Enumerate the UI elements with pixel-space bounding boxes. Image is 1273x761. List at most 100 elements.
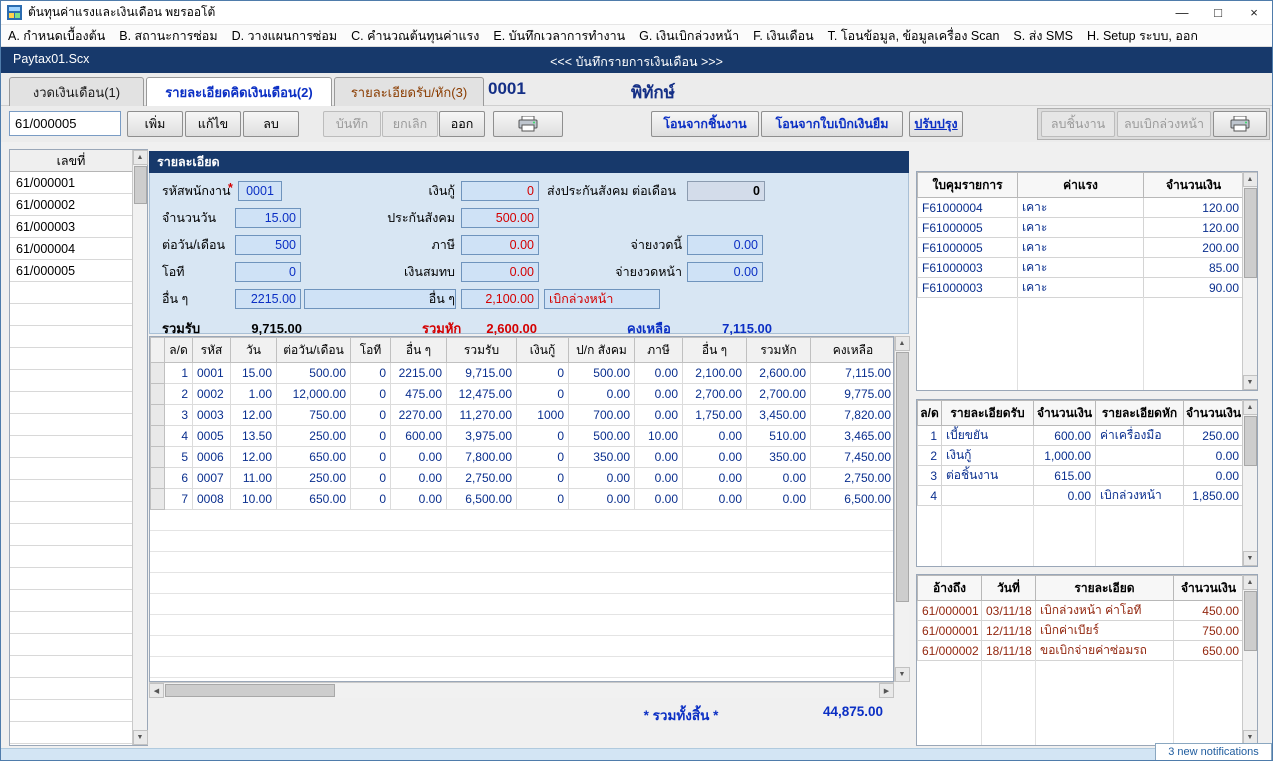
menu-item[interactable]: T. โอนข้อมูล, ข้อมูลเครื่อง Scan: [821, 26, 1007, 46]
detail-table-row[interactable]: 2 เงินกู้ 1,000.00 0.00: [918, 446, 1244, 466]
job-table-row[interactable]: F61000004 เคาะ 120.00: [918, 198, 1244, 218]
detail-table-scrollbar[interactable]: ▲ ▼: [1242, 400, 1257, 566]
detail-table-row[interactable]: 4 0.00 เบิกล่วงหน้า 1,850.00: [918, 486, 1244, 506]
scroll-down-icon[interactable]: ▼: [133, 730, 148, 745]
scroll-up-icon[interactable]: ▲: [1243, 400, 1258, 415]
detail-table-row[interactable]: 3 ต่อชิ้นงาน 615.00 0.00: [918, 466, 1244, 486]
doc-number-input[interactable]: [9, 111, 121, 136]
social-monthly-field[interactable]: 0: [687, 181, 765, 201]
advance-table-scrollbar[interactable]: ▲ ▼: [1242, 575, 1257, 745]
grid-row[interactable]: 5 0006 12.00 650.00 0 0.00 7,800.00 0 35…: [151, 447, 895, 468]
grid-row[interactable]: 3 0003 12.00 750.00 0 2270.00 11,270.00 …: [151, 405, 895, 426]
menu-item[interactable]: F. เงินเดือน: [746, 26, 821, 46]
grid-column-header[interactable]: รวมหัก: [747, 338, 811, 363]
pay-this-field[interactable]: 0.00: [687, 235, 763, 255]
days-field[interactable]: 15.00: [235, 208, 301, 228]
job-table-row[interactable]: F61000005 เคาะ 120.00: [918, 218, 1244, 238]
scrollbar-thumb[interactable]: [896, 352, 909, 602]
advance-column-header[interactable]: จำนวนเงิน: [1174, 576, 1244, 601]
ot-field[interactable]: 0: [235, 262, 301, 282]
grid-row[interactable]: 1 0001 15.00 500.00 0 2215.00 9,715.00 0…: [151, 363, 895, 384]
tab-pay-period[interactable]: งวดเงินเดือน(1): [9, 77, 144, 106]
scroll-left-icon[interactable]: ◀: [149, 683, 164, 698]
scroll-up-icon[interactable]: ▲: [895, 336, 910, 351]
job-table-scrollbar[interactable]: ▲ ▼: [1242, 172, 1257, 390]
print-button[interactable]: [493, 111, 563, 137]
job-table-row[interactable]: F61000003 เคาะ 85.00: [918, 258, 1244, 278]
scroll-down-icon[interactable]: ▼: [1243, 375, 1258, 390]
scroll-up-icon[interactable]: ▲: [1243, 172, 1258, 187]
grid-column-header[interactable]: ล/ด: [165, 338, 193, 363]
grid-column-header[interactable]: โอที: [351, 338, 391, 363]
advance-table-row[interactable]: 61/000001 03/11/18 เบิกล่วงหน้า ค่าโอที …: [918, 601, 1244, 621]
contribution-field[interactable]: 0.00: [461, 262, 539, 282]
scroll-down-icon[interactable]: ▼: [1243, 551, 1258, 566]
menu-item[interactable]: B. สถานะการซ่อม: [112, 26, 224, 46]
delete-button[interactable]: ลบ: [243, 111, 299, 137]
grid-vertical-scrollbar[interactable]: ▲ ▼: [894, 336, 909, 682]
menu-item[interactable]: E. บันทึกเวลาการทำงาน: [486, 26, 632, 46]
job-table-row[interactable]: F61000003 เคาะ 90.00: [918, 278, 1244, 298]
social-field[interactable]: 500.00: [461, 208, 539, 228]
scroll-right-icon[interactable]: ▶: [879, 683, 894, 698]
transfer-from-job-button[interactable]: โอนจากชิ้นงาน: [651, 111, 759, 137]
other-income-field[interactable]: 2215.00: [235, 289, 301, 309]
tax-field[interactable]: 0.00: [461, 235, 539, 255]
scroll-up-icon[interactable]: ▲: [133, 150, 148, 165]
grid-row[interactable]: 6 0007 11.00 250.00 0 0.00 2,750.00 0 0.…: [151, 468, 895, 489]
advance-column-header[interactable]: วันที่: [982, 576, 1036, 601]
scrollbar-thumb[interactable]: [1244, 188, 1257, 278]
doc-list-item[interactable]: 61/000002: [10, 194, 132, 216]
grid-horizontal-scrollbar[interactable]: ◀ ▶: [149, 682, 894, 698]
job-column-header[interactable]: ใบคุมรายการ: [918, 173, 1018, 198]
advance-table-row[interactable]: 61/000002 18/11/18 ขอเบิกจ่ายค่าซ่อมรถ 6…: [918, 641, 1244, 661]
doc-list-item[interactable]: 61/000001: [10, 172, 132, 194]
pay-next-field[interactable]: 0.00: [687, 262, 763, 282]
job-table-row[interactable]: F61000005 เคาะ 200.00: [918, 238, 1244, 258]
detail-column-header[interactable]: รายละเอียดหัก: [1096, 401, 1184, 426]
scrollbar-thumb[interactable]: [1244, 416, 1257, 466]
grid-row[interactable]: 7 0008 10.00 650.00 0 0.00 6,500.00 0 0.…: [151, 489, 895, 510]
tab-salary-detail[interactable]: รายละเอียดคิดเงินเดือน(2): [146, 77, 332, 106]
minimize-icon[interactable]: —: [1164, 1, 1200, 24]
advance-column-header[interactable]: รายละเอียด: [1036, 576, 1174, 601]
grid-column-header[interactable]: รวมรับ: [447, 338, 517, 363]
close-icon[interactable]: ×: [1236, 1, 1272, 24]
print-button-2[interactable]: [1213, 111, 1267, 137]
other-deduct-field[interactable]: 2,100.00: [461, 289, 539, 309]
doc-list-item[interactable]: 61/000005: [10, 260, 132, 282]
grid-column-header[interactable]: ภาษี: [635, 338, 683, 363]
grid-column-header[interactable]: วัน: [231, 338, 277, 363]
menu-item[interactable]: H. Setup ระบบ, ออก: [1080, 26, 1205, 46]
edit-button[interactable]: แก้ไข: [185, 111, 241, 137]
detail-column-header[interactable]: จำนวนเงิน: [1034, 401, 1096, 426]
detail-column-header[interactable]: รายละเอียดรับ: [942, 401, 1034, 426]
detail-column-header[interactable]: จำนวนเงิน: [1184, 401, 1244, 426]
menu-item[interactable]: S. ส่ง SMS: [1006, 26, 1080, 46]
loan-field[interactable]: 0: [461, 181, 539, 201]
grid-column-header[interactable]: อื่น ๆ: [683, 338, 747, 363]
other-deduct-note-field[interactable]: เบิกล่วงหน้า: [544, 289, 660, 309]
add-button[interactable]: เพิ่ม: [127, 111, 183, 137]
grid-row[interactable]: 2 0002 1.00 12,000.00 0 475.00 12,475.00…: [151, 384, 895, 405]
scrollbar-thumb[interactable]: [134, 166, 147, 204]
menu-item[interactable]: G. เงินเบิกล่วงหน้า: [632, 26, 746, 46]
maximize-icon[interactable]: □: [1200, 1, 1236, 24]
employee-code-field[interactable]: 0001: [238, 181, 282, 201]
menu-item[interactable]: D. วางแผนการซ่อม: [225, 26, 345, 46]
rate-field[interactable]: 500: [235, 235, 301, 255]
grid-row[interactable]: 4 0005 13.50 250.00 0 600.00 3,975.00 0 …: [151, 426, 895, 447]
job-column-header[interactable]: ค่าแรง: [1018, 173, 1144, 198]
doc-list-scrollbar[interactable]: ▲ ▼: [132, 150, 147, 745]
update-button[interactable]: ปรับปรุง: [909, 111, 963, 137]
grid-column-header[interactable]: ป/ก สังคม: [569, 338, 635, 363]
detail-column-header[interactable]: ล/ด: [918, 401, 942, 426]
grid-column-header[interactable]: ต่อวัน/เดือน: [277, 338, 351, 363]
doc-list-item[interactable]: 61/000003: [10, 216, 132, 238]
grid-column-header[interactable]: รหัส: [193, 338, 231, 363]
grid-column-header[interactable]: เงินกู้: [517, 338, 569, 363]
advance-column-header[interactable]: อ้างถึง: [918, 576, 982, 601]
scroll-up-icon[interactable]: ▲: [1243, 575, 1258, 590]
tab-receive-deduct[interactable]: รายละเอียดรับ/หัก(3): [334, 77, 484, 106]
menu-item[interactable]: C. คำนวณต้นทุนค่าแรง: [344, 26, 486, 46]
